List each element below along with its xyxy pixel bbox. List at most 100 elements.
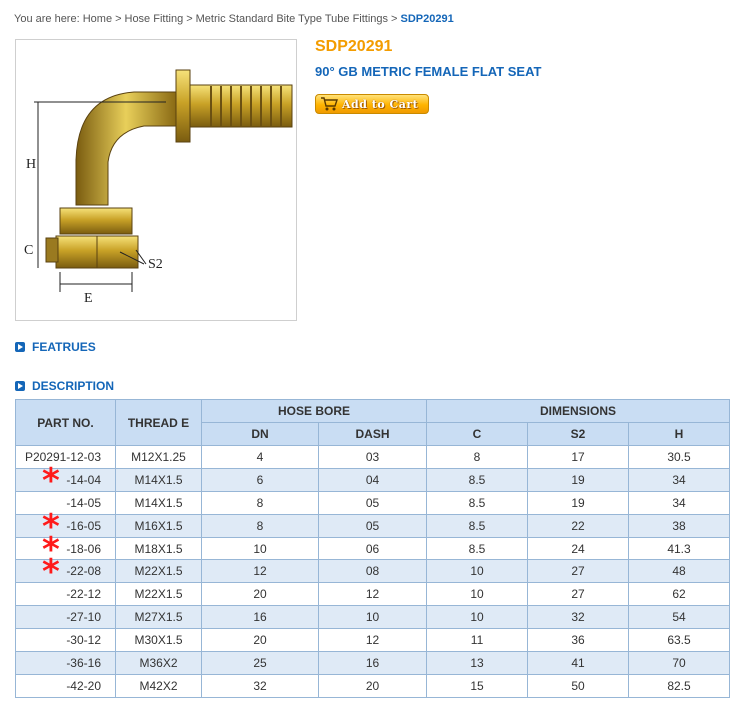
part-number: -22-12: [66, 587, 101, 602]
cell-dash: 05: [317, 513, 428, 538]
diagram-label-s2: S2: [148, 257, 163, 272]
part-number: -36-16: [66, 655, 101, 670]
cell-part: * -22-08: [15, 555, 116, 589]
cell-dn: 8: [201, 513, 319, 538]
cell-c: 13: [426, 651, 529, 675]
cell-dash: 03: [317, 445, 428, 469]
cell-h: 63.5: [628, 628, 731, 653]
cell-s2: 32: [527, 605, 630, 630]
cell-h: 54: [628, 605, 731, 630]
cell-dn: 8: [201, 490, 319, 515]
cell-c: 10: [426, 605, 529, 630]
spec-table: PART NO. THREAD E HOSE BORE DIMENSIONS D…: [15, 399, 731, 698]
cell-thread: M27X1.5: [115, 605, 202, 630]
header-part-no: PART NO.: [15, 399, 116, 446]
cell-dn: 20: [201, 582, 319, 607]
header-dimensions: DIMENSIONS: [426, 399, 731, 423]
section-description-label: DESCRIPTION: [32, 379, 115, 393]
cell-s2: 27: [527, 559, 630, 584]
cell-h: 34: [628, 490, 731, 515]
table-row: * -22-08 M22X1.5 12 08 10 27 48: [15, 555, 731, 589]
breadcrumb-link-home[interactable]: Home: [83, 13, 112, 25]
cell-dash: 06: [317, 536, 428, 561]
cell-s2: 41: [527, 651, 630, 675]
cell-part: P20291-12-03: [15, 445, 116, 469]
breadcrumb-link-hose-fitting[interactable]: Hose Fitting: [125, 13, 184, 25]
table-row: -30-12 M30X1.5 20 12 11 36 63.5: [15, 628, 731, 653]
cell-s2: 50: [527, 673, 630, 698]
cell-dn: 20: [201, 628, 319, 653]
cell-s2: 19: [527, 467, 630, 492]
cell-part: -42-20: [15, 673, 116, 698]
cell-h: 48: [628, 559, 731, 584]
section-description[interactable]: DESCRIPTION: [15, 379, 114, 393]
cell-part: -30-12: [15, 628, 116, 653]
cell-part: -22-12: [15, 582, 116, 607]
cell-dash: 20: [317, 673, 428, 698]
cell-dn: 12: [201, 559, 319, 584]
breadcrumb-link-category[interactable]: Metric Standard Bite Type Tube Fittings: [196, 13, 388, 25]
cell-c: 10: [426, 582, 529, 607]
header-dash: DASH: [317, 422, 428, 446]
breadcrumb: You are here: Home > Hose Fitting > Metric S…: [14, 13, 454, 25]
cell-part: -14-05: [15, 490, 116, 515]
cell-dash: 12: [317, 582, 428, 607]
cell-thread: M36X2: [115, 651, 202, 675]
cell-thread: M14X1.5: [115, 490, 202, 515]
cell-dash: 05: [317, 490, 428, 515]
cell-dn: 10: [201, 536, 319, 561]
header-dn: DN: [201, 422, 319, 446]
header-thread: THREAD E: [115, 399, 202, 446]
cell-c: 8.5: [426, 467, 529, 492]
cell-s2: 17: [527, 445, 630, 469]
cell-thread: M30X1.5: [115, 628, 202, 653]
section-features[interactable]: FEATRUES: [15, 340, 96, 354]
fitting-diagram: H C E S2: [24, 69, 293, 306]
cell-part: -36-16: [15, 651, 116, 675]
cell-s2: 24: [527, 536, 630, 561]
cell-thread: M42X2: [115, 673, 202, 698]
cell-dash: 08: [317, 559, 428, 584]
cell-dn: 16: [201, 605, 319, 630]
product-name: 90° GB METRIC FEMALE FLAT SEAT: [315, 64, 542, 79]
cell-c: 8: [426, 445, 529, 469]
cell-s2: 19: [527, 490, 630, 515]
cell-s2: 27: [527, 582, 630, 607]
part-number: -16-05: [66, 518, 101, 533]
cell-c: 8.5: [426, 490, 529, 515]
cell-part: * -18-06: [15, 533, 116, 567]
cell-h: 34: [628, 467, 731, 492]
part-number: -14-05: [66, 495, 101, 510]
table-row: -42-20 M42X2 32 20 15 50 82.5: [15, 673, 731, 698]
cell-thread: M22X1.5: [115, 582, 202, 607]
table-row: * -16-05 M16X1.5 8 05 8.5 22 38: [15, 510, 731, 544]
table-row: * -18-06 M18X1.5 10 06 8.5 24 41.3: [15, 533, 731, 567]
table-row: -22-12 M22X1.5 20 12 10 27 62: [15, 582, 731, 607]
cell-dn: 25: [201, 651, 319, 675]
part-number: -18-06: [66, 541, 101, 556]
cell-h: 62: [628, 582, 731, 607]
header-hose-bore: HOSE BORE: [200, 399, 428, 423]
cell-dn: 32: [201, 673, 319, 698]
cell-part: -27-10: [15, 605, 116, 630]
part-number: -14-04: [66, 472, 101, 487]
cell-h: 41.3: [628, 536, 731, 561]
product-image: H C E S2: [15, 39, 297, 321]
product-code: SDP20291: [315, 38, 393, 55]
diagram-label-c: C: [24, 243, 33, 258]
cell-s2: 22: [527, 513, 630, 538]
blue-square-arrow-icon: [15, 342, 25, 352]
cell-dash: 12: [317, 628, 428, 653]
cell-part: * -14-04: [15, 464, 116, 498]
cell-dash: 10: [317, 605, 428, 630]
breadcrumb-prefix: You are here:: [14, 13, 80, 25]
breadcrumb-current: SDP20291: [400, 13, 454, 25]
cell-c: 15: [426, 673, 529, 698]
table-row: * -14-04 M14X1.5 6 04 8.5 19 34: [15, 464, 731, 498]
table-row: -27-10 M27X1.5 16 10 10 32 54: [15, 605, 731, 630]
cell-thread: M22X1.5: [115, 559, 202, 584]
part-number: -22-08: [66, 564, 101, 579]
cell-c: 11: [426, 628, 529, 653]
cell-thread: M14X1.5: [115, 467, 202, 492]
add-to-cart-button[interactable]: Add to Cart: [315, 94, 429, 114]
